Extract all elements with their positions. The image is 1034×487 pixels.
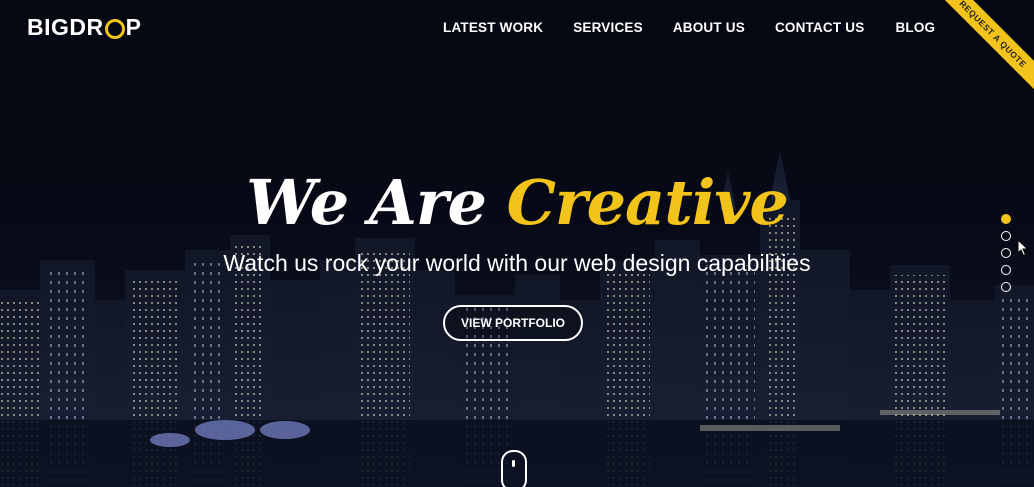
headline-white-text: We Are — [246, 166, 487, 239]
slider-dot-1[interactable] — [1001, 214, 1011, 224]
slider-dot-4[interactable] — [1001, 265, 1011, 275]
bigdrop-logo[interactable]: BIGDR P — [27, 14, 141, 41]
nav-blog[interactable]: BLOG — [895, 20, 935, 35]
hero-headline: We Are Creative — [0, 166, 1034, 239]
nav-services[interactable]: SERVICES — [573, 20, 643, 35]
headline-accent-text: Creative — [506, 166, 789, 239]
slider-dot-5[interactable] — [1001, 282, 1011, 292]
request-quote-ribbon[interactable]: REQUEST A QUOTE — [939, 0, 1034, 95]
hero-subtitle: Watch us rock your world with our web de… — [223, 250, 811, 276]
nav-about-us[interactable]: ABOUT US — [673, 20, 745, 35]
nav-contact-us[interactable]: CONTACT US — [775, 20, 865, 35]
logo-text-start: BIGDR — [27, 14, 104, 40]
nav-latest-work[interactable]: LATEST WORK — [443, 20, 543, 35]
logo-o-ring-icon — [104, 18, 125, 39]
slider-dot-2[interactable] — [1001, 231, 1011, 241]
mouse-scroll-icon[interactable] — [501, 450, 527, 487]
pointer-cursor-icon — [1017, 239, 1029, 257]
city-skyline-background — [0, 150, 1034, 487]
mouse-wheel — [512, 460, 515, 467]
view-portfolio-button[interactable]: VIEW PORTFOLIO — [443, 305, 583, 341]
hero-section: BIGDR P LATEST WORK SERVICES ABOUT US CON… — [0, 0, 1034, 487]
main-navigation: LATEST WORK SERVICES ABOUT US CONTACT US… — [443, 20, 935, 35]
slider-dot-3[interactable] — [1001, 248, 1011, 258]
request-quote-corner: REQUEST A QUOTE — [939, 0, 1034, 95]
logo-text-end: P — [125, 14, 142, 40]
slider-pagination — [1001, 214, 1011, 292]
